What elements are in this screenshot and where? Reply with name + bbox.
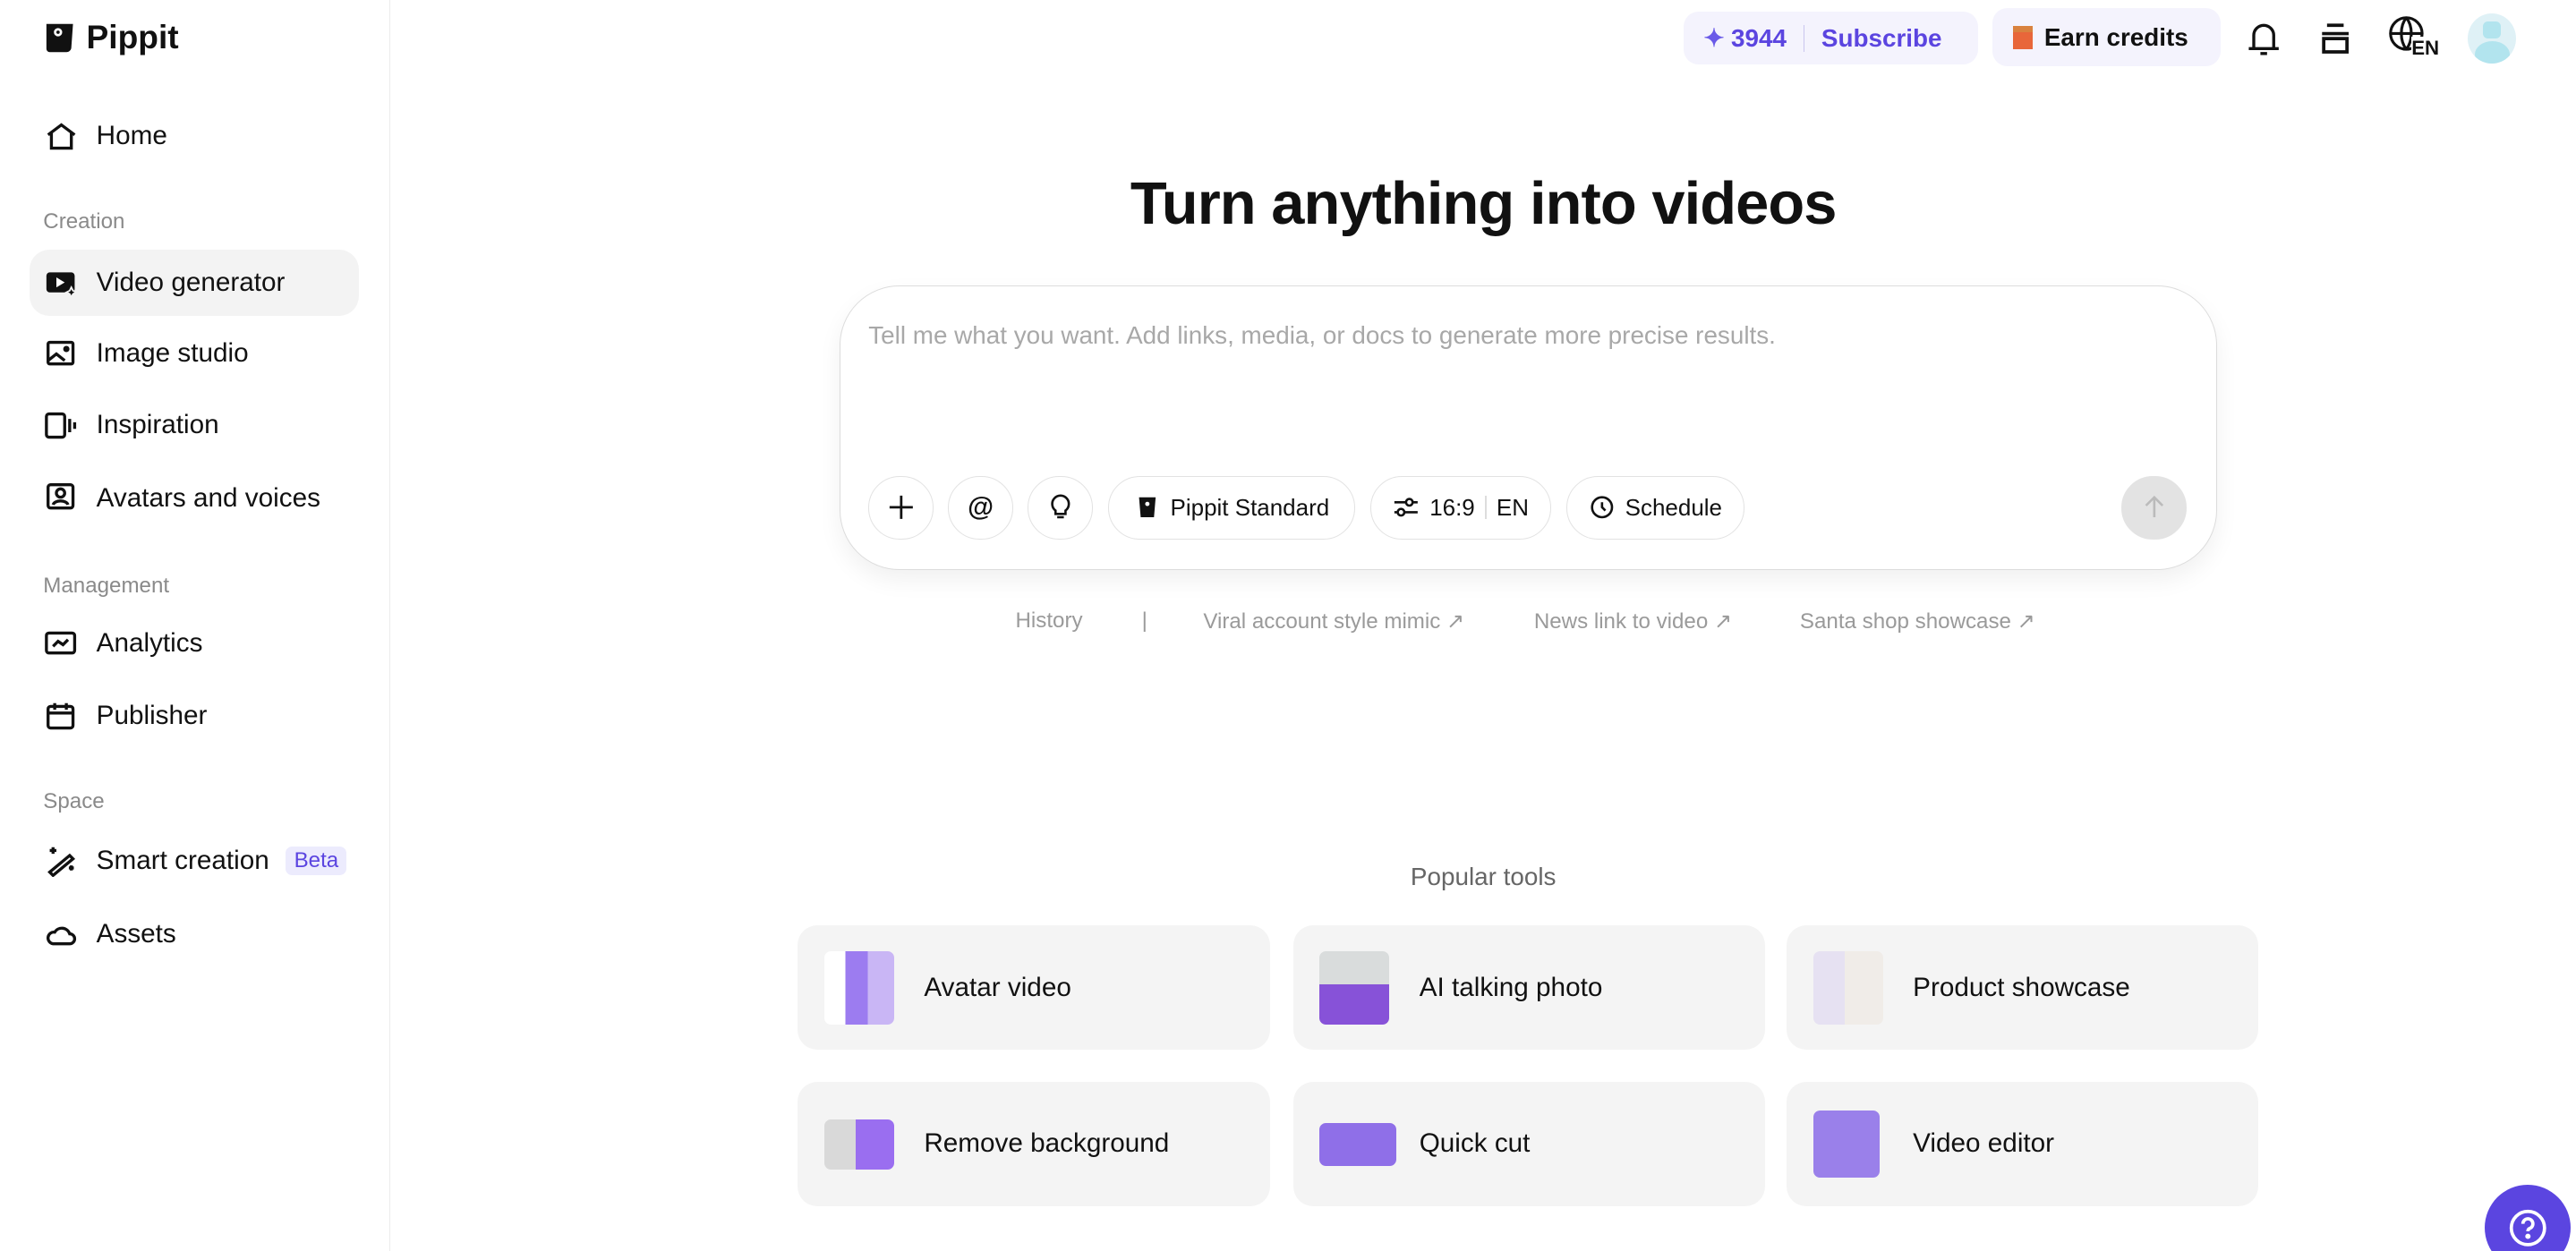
help-icon [2509, 1209, 2546, 1247]
quick-cut-thumbnail [1319, 1123, 1396, 1167]
tool-label: Video editor [1913, 1128, 2055, 1159]
credits-subscribe[interactable]: ✦ 3944 Subscribe [1683, 11, 1978, 65]
schedule-label: Schedule [1625, 493, 1723, 521]
sidebar-item-analytics[interactable]: Analytics [30, 609, 359, 676]
beta-badge: Beta [286, 846, 347, 875]
magic-wand-icon [47, 847, 76, 878]
sidebar-item-smart-creation[interactable]: Smart creation Beta [30, 828, 359, 894]
model-label: Pippit Standard [1170, 493, 1330, 521]
sidebar-item-label: Inspiration [96, 410, 219, 440]
sidebar-item-label: Avatars and voices [96, 483, 320, 514]
sidebar-item-inspiration[interactable]: Inspiration [30, 392, 359, 458]
sidebar-item-home[interactable]: Home [30, 103, 359, 169]
sidebar-item-avatars-voices[interactable]: Avatars and voices [30, 465, 359, 532]
sidebar-item-publisher[interactable]: Publisher [30, 683, 359, 749]
divider [1484, 496, 1487, 520]
image-studio-icon [47, 340, 75, 366]
sidebar-item-label: Publisher [96, 701, 208, 731]
sliders-icon [1395, 498, 1419, 517]
history-link[interactable]: History [1016, 608, 1083, 634]
suggestion-link[interactable]: Viral account style mimic ↗ [1203, 608, 1464, 634]
language-label: EN [1496, 493, 1529, 521]
tool-card-video-editor[interactable]: Video editor [1787, 1081, 2259, 1207]
sidebar-item-assets[interactable]: Assets [30, 900, 359, 966]
tool-card-avatar-video[interactable]: Avatar video [798, 925, 1270, 1051]
plus-icon [889, 496, 913, 520]
logo[interactable]: Pippit [45, 18, 179, 56]
tool-label: Remove background [924, 1128, 1170, 1159]
sidebar-item-label: Smart creation [96, 845, 269, 875]
prompt-input[interactable]: Tell me what you want. Add links, media,… [868, 321, 1776, 350]
pippit-logo-icon [46, 24, 73, 53]
model-selector[interactable]: Pippit Standard [1107, 476, 1356, 540]
sidebar-item-label: Video generator [96, 267, 286, 297]
section-management: Management [43, 573, 170, 598]
tool-label: AI talking photo [1419, 972, 1603, 1002]
sidebar-item-video-generator[interactable]: Video generator [30, 249, 360, 316]
tool-label: Product showcase [1913, 972, 2130, 1002]
section-space: Space [43, 788, 105, 813]
tool-card-remove-background[interactable]: Remove background [798, 1081, 1270, 1207]
tool-card-quick-cut[interactable]: Quick cut [1292, 1081, 1765, 1207]
sidebar-item-label: Image studio [96, 338, 249, 369]
language-switcher[interactable]: EN [2388, 15, 2441, 65]
mention-button[interactable]: @ [948, 476, 1013, 540]
suggestion-link[interactable]: News link to video ↗ [1534, 608, 1732, 634]
schedule-button[interactable]: Schedule [1566, 476, 1744, 540]
clock-icon [1591, 496, 1614, 519]
credits-count: 3944 [1730, 23, 1787, 52]
at-icon: @ [968, 492, 994, 523]
earn-credits-button[interactable]: Earn credits [1992, 8, 2221, 67]
suggestion-link[interactable]: Santa shop showcase ↗ [1800, 608, 2035, 634]
inspiration-icon [45, 412, 77, 438]
subscribe-button[interactable]: Subscribe [1821, 24, 1942, 53]
sidebar-item-label: Assets [96, 918, 176, 949]
calendar-icon [47, 702, 75, 729]
arrow-up-icon [2145, 496, 2163, 518]
sidebar-item-label: Home [96, 121, 167, 151]
popular-tools-heading: Popular tools [1410, 862, 1557, 890]
sparkle-icon: ✦ [1703, 24, 1725, 53]
analytics-icon [45, 631, 77, 655]
add-button[interactable] [868, 476, 934, 540]
pippit-model-icon [1139, 498, 1156, 518]
sidebar-item-image-studio[interactable]: Image studio [30, 320, 359, 387]
cloud-icon [47, 926, 77, 946]
video-editor-thumbnail [1813, 1111, 1881, 1178]
ratio-label: 16:9 [1429, 493, 1475, 521]
idea-button[interactable] [1028, 476, 1093, 540]
brand-name: Pippit [86, 18, 179, 56]
language-code: EN [2411, 36, 2440, 60]
earn-credits-label: Earn credits [2043, 22, 2188, 51]
video-generator-icon [46, 272, 79, 300]
avatar[interactable] [2468, 13, 2517, 64]
remove-background-thumbnail [823, 1119, 894, 1170]
settings-button[interactable]: 16:9 EN [1369, 476, 1552, 540]
tool-label: Quick cut [1419, 1128, 1531, 1159]
prompt-box: Tell me what you want. Add links, media,… [839, 285, 2217, 570]
links-divider: | [1141, 608, 1147, 633]
tool-card-product-showcase[interactable]: Product showcase [1787, 925, 2259, 1051]
wallet-icon[interactable] [2314, 17, 2357, 60]
tool-label: Avatar video [924, 972, 1071, 1002]
home-icon [47, 123, 76, 149]
gift-icon [2012, 25, 2033, 49]
lightbulb-icon [1051, 495, 1070, 519]
help-button[interactable] [2484, 1184, 2572, 1251]
bell-icon[interactable] [2242, 17, 2285, 60]
divider [1803, 24, 1805, 52]
avatar-icon [47, 483, 75, 510]
product-showcase-thumbnail [1813, 951, 1883, 1025]
send-button[interactable] [2121, 476, 2187, 540]
tool-card-ai-talking-photo[interactable]: AI talking photo [1292, 925, 1765, 1051]
talking-photo-thumbnail [1319, 951, 1390, 1025]
page-title: Turn anything into videos [1130, 170, 1838, 238]
sidebar-item-label: Analytics [96, 627, 203, 658]
avatar-video-thumbnail [823, 951, 894, 1025]
